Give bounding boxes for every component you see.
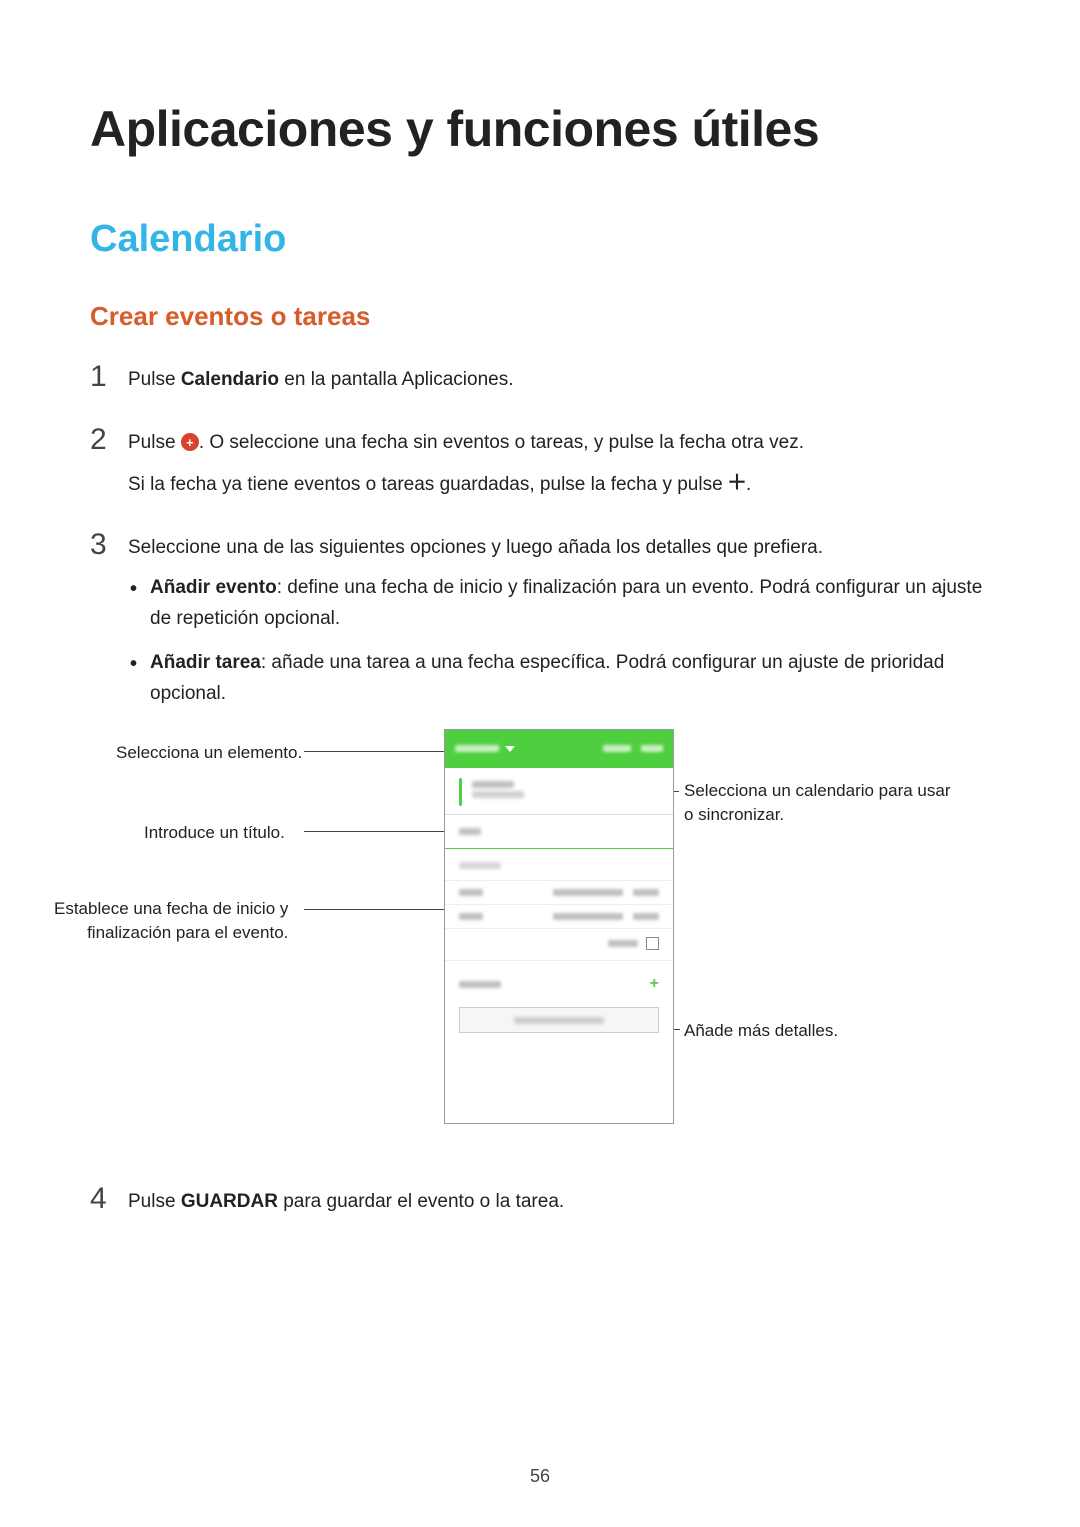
all-day-checkbox[interactable]: [646, 937, 659, 950]
step-text: . O seleccione una fecha sin eventos o t…: [199, 432, 804, 453]
callout-select-calendar: Selecciona un calendario para usaro sinc…: [684, 779, 951, 827]
all-day-label: [608, 940, 638, 947]
subsection-title: Crear eventos o tareas: [90, 301, 990, 332]
start-date-value: [553, 889, 623, 896]
step-text: Pulse: [128, 369, 181, 390]
page-title: Aplicaciones y funciones útiles: [90, 100, 990, 158]
reminder-label: [459, 981, 501, 988]
add-circle-icon: +: [181, 433, 199, 451]
plus-icon: ＋: [728, 475, 746, 493]
start-time-value: [633, 889, 659, 896]
bullet-bold: Añadir evento: [150, 577, 277, 598]
step-1: 1 Pulse Calendario en la pantalla Aplica…: [90, 360, 990, 405]
end-time-value: [633, 913, 659, 920]
bullet-item: Añadir evento: define una fecha de inici…: [150, 573, 990, 634]
title-field[interactable]: [445, 815, 673, 849]
step-bold: Calendario: [181, 369, 279, 390]
step-number: 4: [90, 1182, 128, 1215]
add-reminder-icon[interactable]: +: [650, 971, 659, 997]
step-text: para guardar el evento o la tarea.: [278, 1191, 564, 1212]
page-number: 56: [0, 1466, 1080, 1487]
bullet-item: Añadir tarea: añade una tarea a una fech…: [150, 648, 990, 709]
calendar-color-icon: [459, 778, 462, 806]
callout-set-dates: Establece una fecha de inicio yfinalizac…: [54, 897, 288, 945]
cancel-button[interactable]: [603, 745, 631, 752]
location-field[interactable]: [445, 849, 673, 881]
calendar-name: [472, 781, 514, 788]
step-text: Si la fecha ya tiene eventos o tareas gu…: [128, 474, 728, 495]
event-type-spinner[interactable]: [455, 745, 499, 752]
title-placeholder: [459, 828, 481, 835]
callout-more-details: Añade más detalles.: [684, 1019, 838, 1043]
end-label: [459, 913, 483, 920]
save-button[interactable]: [641, 745, 663, 752]
end-date-row[interactable]: [445, 905, 673, 929]
step-bold: GUARDAR: [181, 1191, 278, 1212]
step-2: 2 Pulse +. O seleccione una fecha sin ev…: [90, 423, 990, 510]
more-options-label: [514, 1017, 604, 1024]
step-3: 3 Seleccione una de las siguientes opcio…: [90, 528, 990, 1164]
callout-line: [304, 909, 452, 910]
step-number: 3: [90, 528, 128, 561]
step-number: 2: [90, 423, 128, 456]
location-placeholder: [459, 862, 501, 869]
view-more-options-button[interactable]: [459, 1007, 659, 1033]
callout-select-item: Selecciona un elemento.: [116, 741, 302, 765]
chevron-down-icon: [505, 746, 515, 752]
step-4: 4 Pulse GUARDAR para guardar el evento o…: [90, 1182, 990, 1227]
callout-line: [304, 831, 454, 832]
step-text: en la pantalla Aplicaciones.: [279, 369, 514, 390]
calendar-account: [472, 791, 524, 798]
start-date-row[interactable]: [445, 881, 673, 905]
screenshot-diagram: Selecciona un elemento. Introduce un tít…: [274, 729, 844, 1124]
bullet-text: : añade una tarea a una fecha específica…: [150, 652, 944, 703]
end-date-value: [553, 913, 623, 920]
reminder-row: +: [445, 961, 673, 1007]
callout-enter-title: Introduce un título.: [144, 821, 285, 845]
action-bar: [445, 730, 673, 768]
bullet-bold: Añadir tarea: [150, 652, 261, 673]
step-intro: Seleccione una de las siguientes opcione…: [128, 532, 990, 563]
section-title: Calendario: [90, 218, 990, 261]
calendar-selector[interactable]: [445, 768, 673, 815]
step-text: Pulse: [128, 1191, 181, 1212]
all-day-row: [445, 929, 673, 961]
callout-line: [304, 751, 454, 752]
step-number: 1: [90, 360, 128, 393]
start-label: [459, 889, 483, 896]
phone-mock: +: [444, 729, 674, 1124]
step-text: Pulse: [128, 432, 181, 453]
